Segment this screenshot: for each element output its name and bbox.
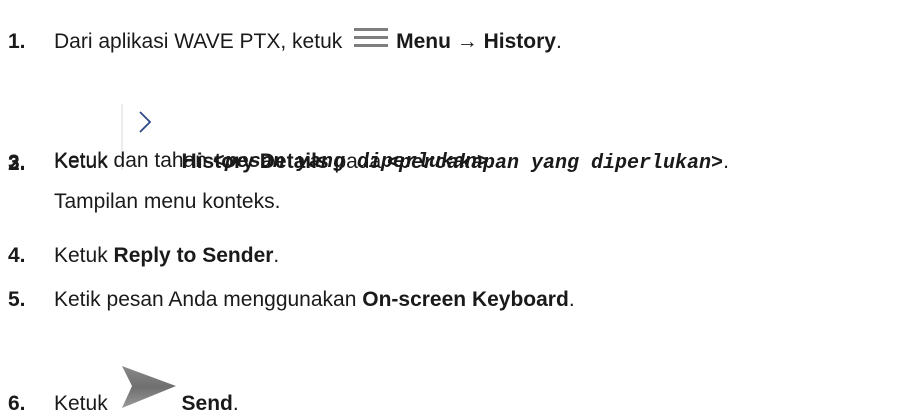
step-number: 5. [8,288,26,311]
step-1: 1. Dari aplikasi WAVE PTX, ketuk Menu → … [8,26,562,54]
step-text: Ketuk Send. [54,364,239,416]
step-text: Dari aplikasi WAVE PTX, ketuk Menu → His… [54,26,562,54]
step-number: 6. [8,392,26,415]
step-text: Ketik pesan Anda menggunakan On-screen K… [54,288,575,311]
step-number: 4. [8,244,26,267]
history-label: History [483,30,556,53]
step-text: Ketuk dan tahan <pesan yang diperlukan>. [54,149,495,174]
menu-hamburger-icon [354,26,389,54]
step-number: 3. [8,151,26,174]
message-placeholder: <pesan yang diperlukan> [212,151,489,174]
send-arrow-icon [120,364,178,416]
step-6: 6. Ketuk Send. [8,364,239,416]
step-number: 1. [8,30,26,53]
step-text: Ketuk Reply to Sender. [54,244,280,267]
reply-to-sender-label: Reply to Sender [113,244,274,267]
step-3-note: Tampilan menu konteks. [54,190,281,213]
menu-label: Menu [396,30,451,53]
step-4: 4. Ketuk Reply to Sender. [8,244,279,268]
step-5: 5. Ketik pesan Anda menggunakan On-scree… [8,288,575,312]
step-3: 3. Ketuk dan tahan <pesan yang diperluka… [8,149,495,175]
send-label: Send [181,392,233,415]
on-screen-keyboard-label: On-screen Keyboard [362,288,569,311]
